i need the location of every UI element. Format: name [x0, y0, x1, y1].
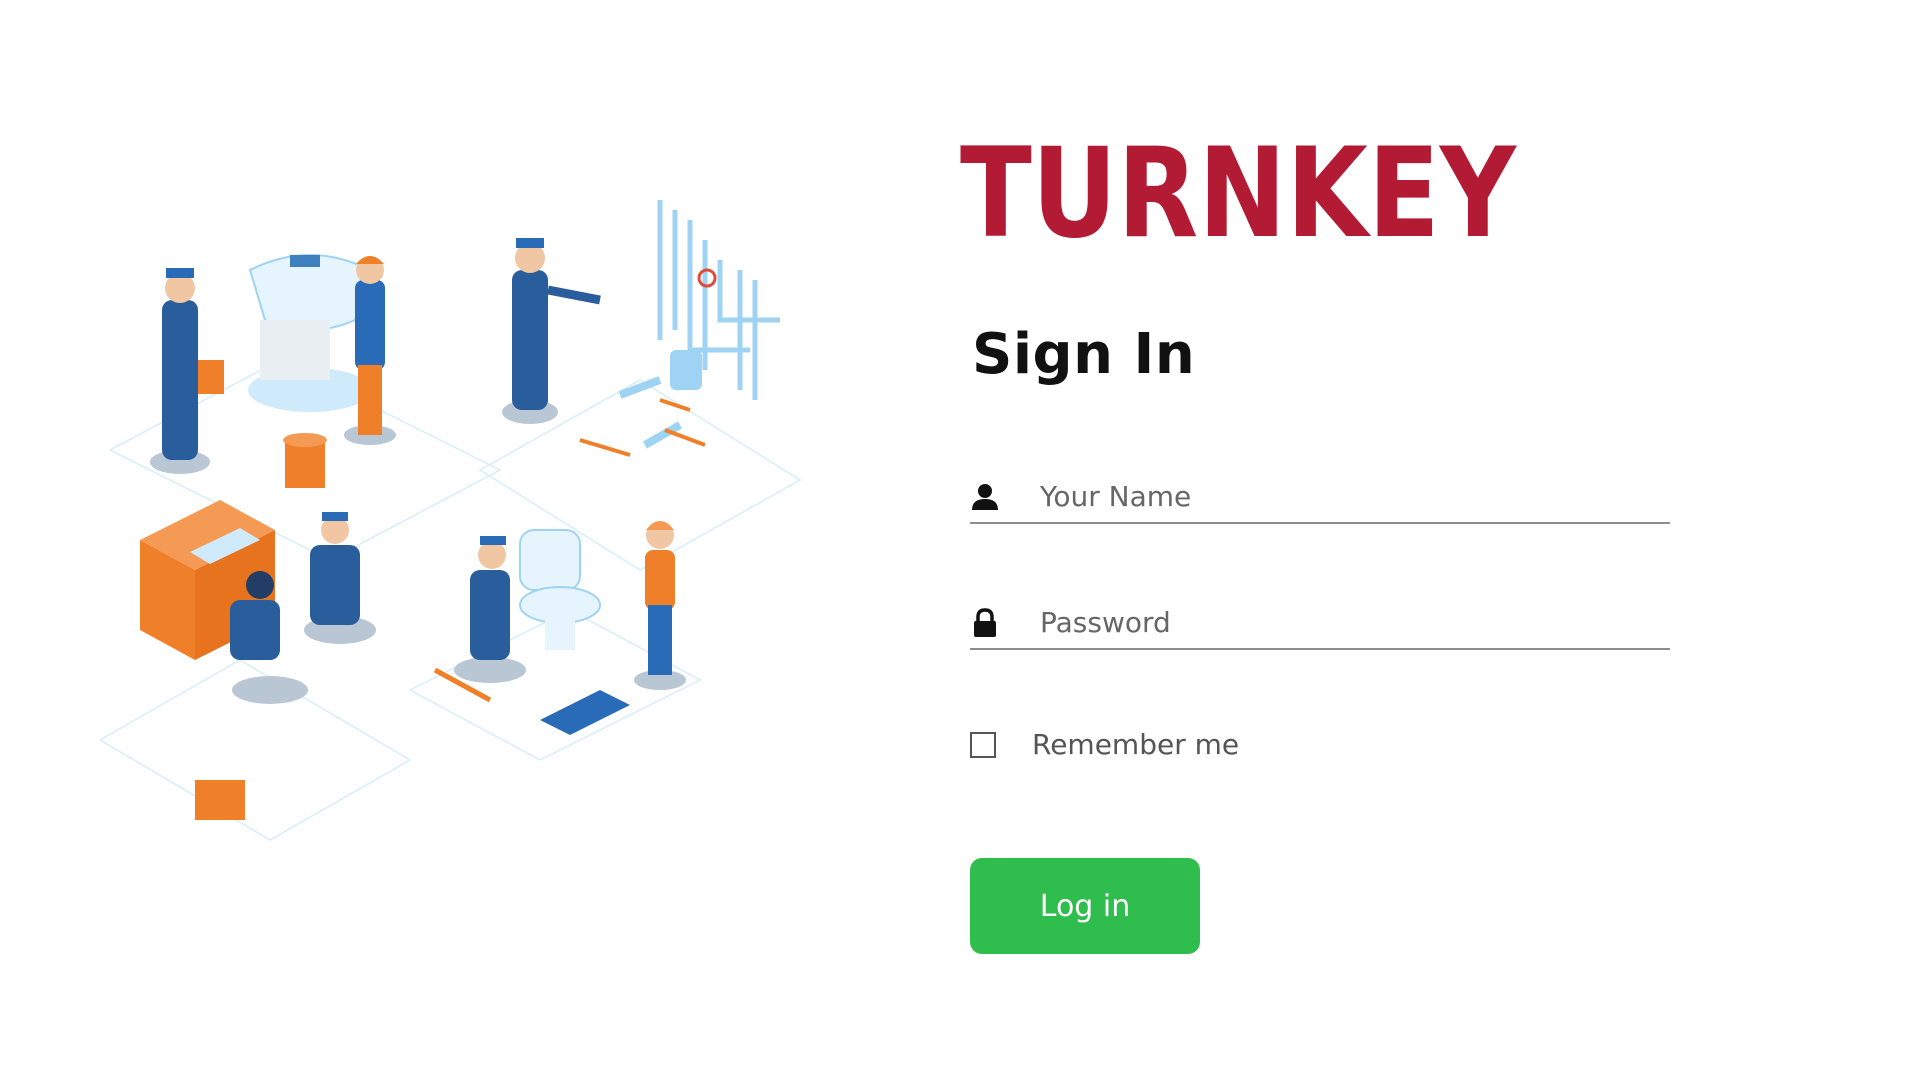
name-field: [970, 462, 1670, 524]
user-icon: [972, 484, 998, 510]
kitchen-sink-scene: [100, 500, 412, 841]
leaking-sink-scene: [108, 254, 502, 561]
password-field: [970, 588, 1670, 650]
password-input[interactable]: [1038, 598, 1642, 646]
remember-checkbox[interactable]: [970, 732, 996, 758]
name-input[interactable]: [1038, 472, 1642, 520]
toilet-repair-scene: [408, 521, 702, 761]
remember-label: Remember me: [1032, 728, 1240, 761]
svg-text:TURNKEY: TURNKEY: [960, 128, 1517, 248]
signin-panel: TURNKEY Sign In Remember me Log in: [960, 0, 1720, 1079]
turnkey-logo: TURNKEY: [960, 128, 1517, 248]
login-button[interactable]: Log in: [970, 858, 1200, 954]
pipe-installation-scene: [478, 200, 802, 571]
page-title: Sign In: [972, 322, 1196, 387]
lock-icon: [974, 608, 996, 637]
plumbing-illustration: [100, 200, 802, 841]
